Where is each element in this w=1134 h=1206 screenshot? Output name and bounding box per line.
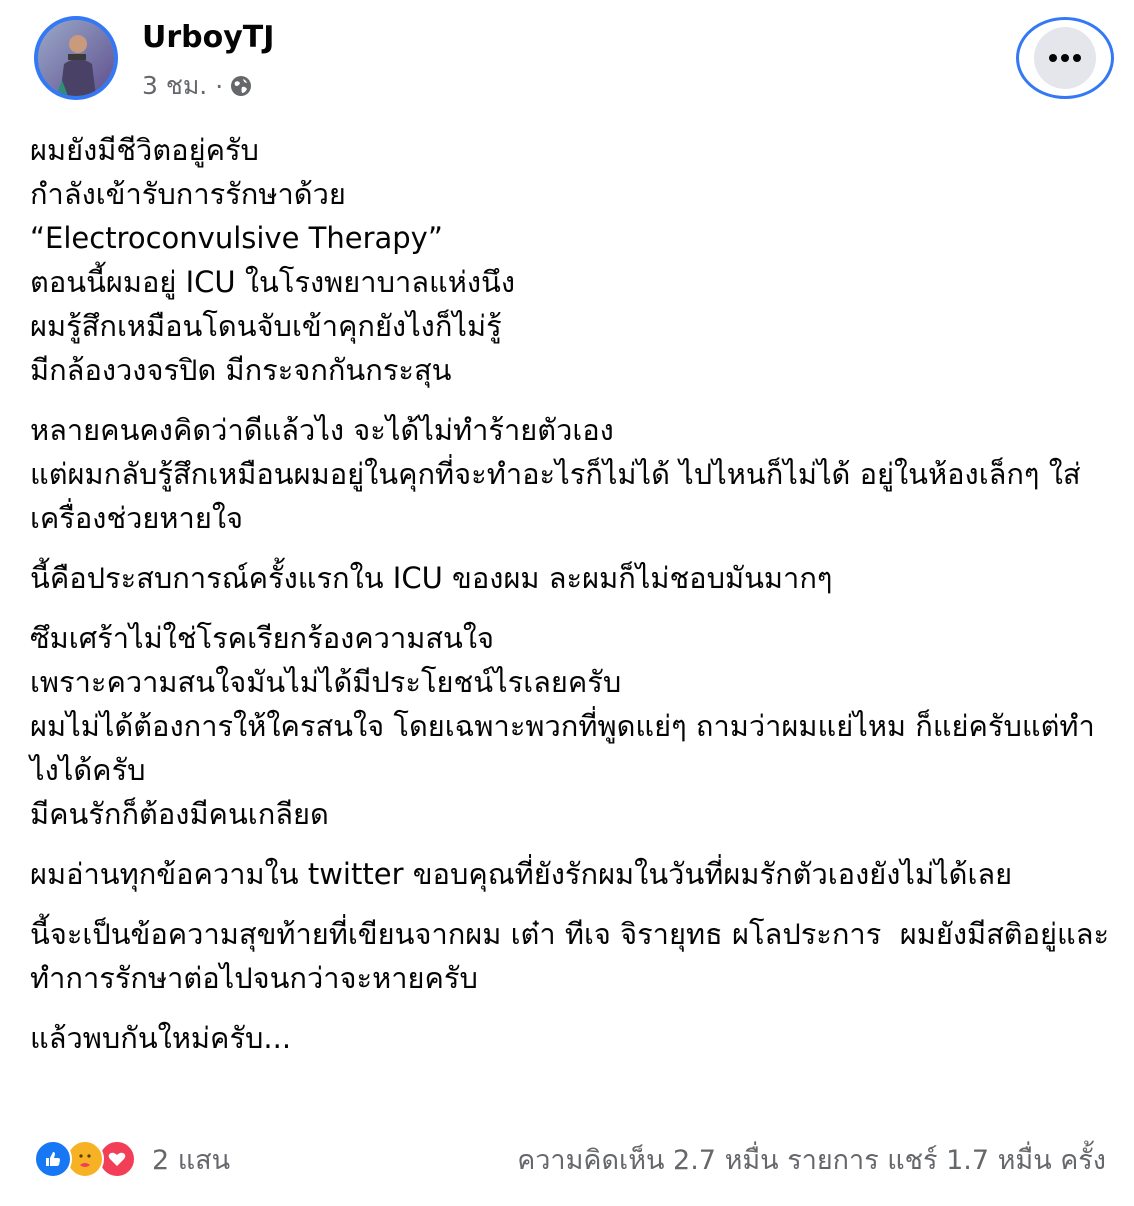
post-timestamp[interactable]: 3 ชม. xyxy=(142,66,207,106)
post-paragraph-7: แล้วพบกันใหม่ครับ... xyxy=(30,1021,292,1055)
author-name[interactable]: UrboyTJ xyxy=(142,20,274,55)
more-dots-icon xyxy=(1034,27,1096,89)
globe-icon[interactable] xyxy=(229,74,253,98)
reaction-icons xyxy=(34,1140,136,1178)
post-paragraph-4: ซึมเศร้าไม่ใช่โรคเรียกร้องความสนใจ เพราะ… xyxy=(30,621,1095,831)
meta-separator: · xyxy=(215,71,224,101)
reactions-summary[interactable]: 2 แสน xyxy=(34,1138,230,1181)
like-icon xyxy=(34,1140,72,1178)
post-meta: 3 ชม. · xyxy=(142,66,253,106)
post-footer: 2 แสน ความคิดเห็น 2.7 หมื่น รายการ แชร์ … xyxy=(34,1136,1106,1182)
post-paragraph-6: นี้จะเป็นข้อความสุขท้ายที่เขียนจากผม เต๋… xyxy=(30,917,1110,995)
avatar-image xyxy=(38,20,114,96)
more-options-button[interactable] xyxy=(1016,17,1114,99)
post-paragraph-5: ผมอ่านทุกข้อความใน twitter ขอบคุณที่ยังร… xyxy=(30,857,1013,891)
facebook-post: UrboyTJ 3 ชม. · ผมยังมีชีวิตอยู่ครับ กำล… xyxy=(0,0,1134,1206)
post-paragraph-2: หลายคนคงคิดว่าดีแล้วไง จะได้ไม่ทำร้ายตัว… xyxy=(30,413,1081,535)
comments-shares-stats[interactable]: ความคิดเห็น 2.7 หมื่น รายการ แชร์ 1.7 หม… xyxy=(517,1138,1106,1181)
post-paragraph-3: นี้คือประสบการณ์ครั้งแรกใน ICU ของผม ละผ… xyxy=(30,561,833,595)
avatar[interactable] xyxy=(34,16,118,100)
post-content: ผมยังมีชีวิตอยู่ครับ กำลังเข้ารับการรักษ… xyxy=(30,128,1110,1060)
post-paragraph-1: ผมยังมีชีวิตอยู่ครับ กำลังเข้ารับการรักษ… xyxy=(30,133,515,387)
reaction-count[interactable]: 2 แสน xyxy=(152,1138,230,1181)
